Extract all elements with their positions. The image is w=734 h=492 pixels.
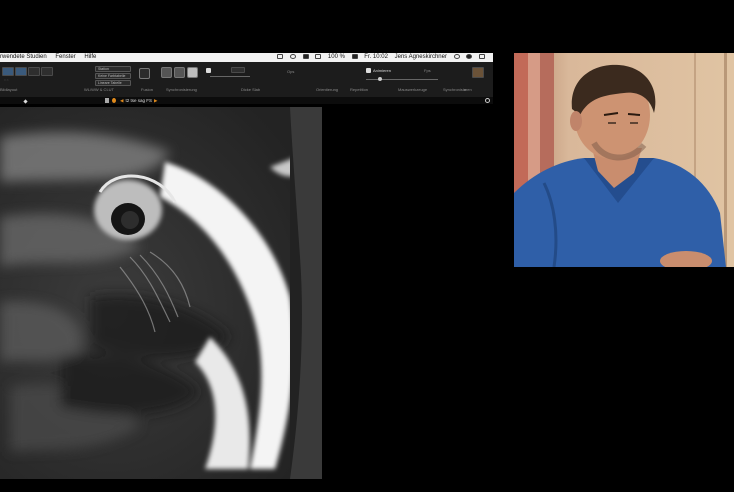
viewer-toolbar: ○ ○ Bildlayout Station Keine Farbtabelle… bbox=[0, 62, 493, 97]
label-ops: Ops bbox=[287, 69, 295, 74]
series-next-icon[interactable]: ▶ bbox=[154, 98, 157, 103]
label-repetition: Repetition bbox=[350, 87, 369, 92]
label-layout: Bildlayout bbox=[0, 87, 18, 92]
settings-gear-icon[interactable] bbox=[485, 98, 490, 103]
volume-icon[interactable] bbox=[315, 53, 322, 59]
series-name: t2 tse sag FS bbox=[125, 98, 152, 103]
mri-image bbox=[0, 107, 322, 479]
menu-window[interactable]: Fenster bbox=[55, 53, 75, 62]
layout-grid-button[interactable] bbox=[2, 67, 14, 76]
search-icon[interactable] bbox=[453, 53, 460, 59]
menu-recent-studies[interactable]: rwendete Studien bbox=[0, 53, 47, 62]
label-sync: Synchronisierung bbox=[166, 87, 197, 92]
series-info-bar: ◀ t2 tse sag FS ▶ bbox=[0, 97, 493, 104]
sync-active-icon[interactable] bbox=[187, 67, 198, 78]
notifications-icon[interactable] bbox=[479, 53, 485, 59]
series-prev-icon[interactable]: ◀ bbox=[120, 98, 123, 103]
webcam-video bbox=[514, 53, 734, 267]
toolbar-small-caption: ○ ○ bbox=[4, 78, 9, 82]
menu-clock[interactable]: Fr. 10:02 bbox=[364, 53, 388, 62]
webcam-image bbox=[514, 53, 734, 267]
label-sync-scroll-2: ● bbox=[464, 87, 467, 92]
timemachine-icon[interactable] bbox=[289, 53, 296, 59]
slab-mode-select[interactable] bbox=[231, 67, 245, 73]
dropdown-lut[interactable]: Lineare Tabelle bbox=[95, 80, 131, 86]
sync-body-icon[interactable] bbox=[174, 67, 185, 78]
siri-icon[interactable] bbox=[466, 53, 473, 59]
layout-dots-button[interactable] bbox=[28, 67, 40, 76]
series-title: ◀ t2 tse sag FS ▶ bbox=[120, 97, 159, 104]
menu-user[interactable]: Jens Agneskirchner bbox=[395, 53, 447, 62]
slab-thickness-slider[interactable] bbox=[210, 76, 250, 77]
label-wl-ww: WL/WW & CLUT bbox=[84, 87, 114, 92]
fusion-gear-icon[interactable] bbox=[139, 68, 150, 79]
layout-wave-button[interactable] bbox=[41, 67, 53, 76]
display-icon[interactable] bbox=[302, 53, 309, 59]
slab-checkbox[interactable] bbox=[206, 68, 211, 73]
key-image-icon[interactable] bbox=[112, 98, 116, 103]
label-fps: Fps bbox=[424, 68, 431, 73]
scroll-marker-icon[interactable] bbox=[23, 99, 28, 104]
label-fusion: Fusion bbox=[141, 87, 154, 92]
document-icon[interactable] bbox=[105, 98, 109, 103]
battery-percent: 100 % bbox=[327, 54, 345, 60]
label-mouse-tools: Mauswerkzeuge bbox=[398, 87, 428, 92]
dropdown-station[interactable]: Station bbox=[95, 66, 131, 72]
label-sync-scroll: Synchronisieren bbox=[443, 87, 472, 92]
fps-slider[interactable] bbox=[366, 79, 438, 80]
menu-bar-status: 100 % Fr. 10:02 Jens Agneskirchner bbox=[277, 53, 490, 62]
dropdown-color-table[interactable]: Keine Farbtabelle bbox=[95, 73, 131, 79]
label-orientation: Orientierung bbox=[316, 87, 339, 92]
layout-cross-button[interactable] bbox=[15, 67, 27, 76]
bluetooth-icon[interactable] bbox=[277, 53, 284, 59]
menu-help[interactable]: Hilfe bbox=[84, 53, 96, 62]
battery-icon[interactable] bbox=[351, 53, 358, 59]
menu-bar: rwendete Studien Fenster Hilfe 100 % Fr.… bbox=[0, 53, 493, 62]
sync-scroll-icon[interactable] bbox=[472, 67, 484, 78]
mri-image-viewport[interactable] bbox=[0, 107, 322, 479]
label-thick-slab: Dicke Slab bbox=[241, 87, 261, 92]
fps-slider-knob[interactable] bbox=[378, 77, 382, 81]
label-animate: Animieren bbox=[373, 68, 392, 73]
animate-checkbox[interactable] bbox=[366, 68, 371, 73]
sync-face-icon[interactable] bbox=[161, 67, 172, 78]
